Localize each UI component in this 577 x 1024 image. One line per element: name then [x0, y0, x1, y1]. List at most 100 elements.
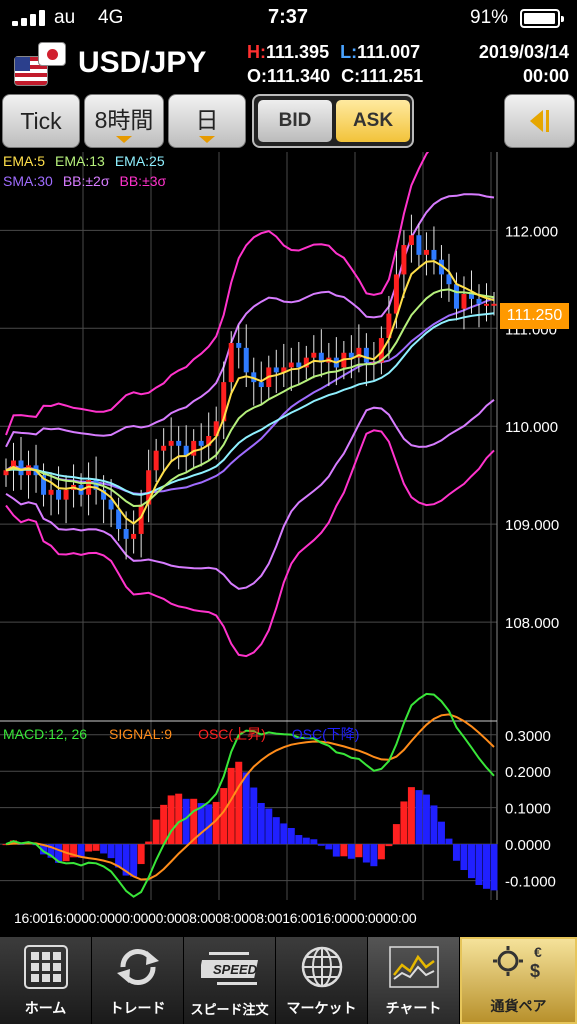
candle-body: [123, 529, 129, 539]
high-label: H:: [247, 42, 266, 62]
macd-histogram-bar: [430, 805, 438, 845]
tab-chart[interactable]: チャート: [368, 937, 460, 1024]
price-chart[interactable]: 112.000111.000110.000109.000108.0000.300…: [0, 152, 577, 907]
macd-histogram-bar: [272, 817, 280, 845]
macd-histogram-bar: [310, 839, 318, 845]
macd-histogram-bar: [325, 844, 333, 850]
candle-body: [48, 489, 54, 495]
candle-body: [363, 347, 369, 363]
tab-speed-order[interactable]: SPEED スピード注文: [184, 937, 276, 1024]
candle-body: [161, 445, 167, 451]
macd-histogram-bar: [265, 808, 273, 845]
macd-axis-label: 0.0000: [505, 837, 551, 854]
macd-axis-label: 0.3000: [505, 728, 551, 745]
legend-ema13: EMA:13: [55, 153, 105, 169]
macd-histogram-bar: [460, 844, 468, 871]
open-label: O:: [247, 66, 267, 86]
collapse-panel-button[interactable]: [504, 94, 575, 148]
macd-histogram-bar: [152, 819, 160, 845]
candle-body: [18, 460, 24, 476]
chart-area[interactable]: 112.000 111.000 110.000 109.000 108.000 0.300…: [0, 152, 577, 926]
legend-sma30: SMA:30: [3, 173, 53, 189]
price-axis-label: 110.000: [505, 419, 558, 436]
ask-button[interactable]: ASK: [336, 100, 410, 142]
tab-label: チャート: [385, 1000, 442, 1016]
close-label: C:: [341, 66, 361, 86]
macd-histogram-bar: [392, 824, 400, 845]
legend-signal: SIGNAL:9: [109, 726, 173, 742]
legend-ema5: EMA:5: [3, 153, 46, 169]
tick-label: Tick: [20, 107, 62, 134]
macd-histogram-bar: [370, 844, 378, 867]
svg-text:€: €: [534, 944, 542, 960]
candle-body: [63, 489, 69, 500]
macd-histogram-bar: [407, 787, 415, 845]
chart-icon: [385, 944, 443, 990]
macd-histogram-bar: [182, 798, 190, 845]
macd-histogram-bar: [385, 844, 393, 847]
open-value: 111.340: [267, 66, 331, 86]
open-close-row: O:111.340 C:111.251: [247, 66, 423, 87]
macd-histogram-bar: [340, 844, 348, 857]
macd-histogram-bar: [137, 844, 145, 865]
speed-icon: SPEED: [200, 945, 259, 991]
price-axis-label: 109.000: [505, 517, 559, 534]
ask-label: ASK: [352, 110, 394, 131]
candle-body: [461, 294, 467, 309]
tab-trade[interactable]: トレード: [92, 937, 184, 1024]
bollinger-band-line: [5, 152, 430, 436]
candle-body: [476, 298, 482, 304]
macd-histogram-bar: [145, 841, 153, 845]
trade-arrows-icon: [109, 944, 167, 990]
svg-text:$: $: [530, 961, 540, 981]
tab-market[interactable]: マーケット: [276, 937, 368, 1024]
candle-body: [393, 274, 399, 314]
ema13-line: [5, 288, 495, 508]
currency-flags-icon[interactable]: [14, 42, 66, 88]
macd-histogram-bar: [130, 844, 138, 877]
price-axis-label: 108.000: [505, 615, 559, 632]
low-label: L:: [340, 42, 358, 62]
candle-body: [296, 362, 302, 368]
chevron-down-icon: [199, 136, 215, 143]
bottom-tab-bar: ホーム トレード SPEED スピード注文 マーケット チャート € $ 通貨ペア: [0, 937, 577, 1024]
macd-axis-label: 0.2000: [505, 764, 551, 781]
tab-label: 通貨ペア: [490, 998, 547, 1014]
home-grid-icon: [17, 944, 75, 990]
macd-histogram-bar: [227, 767, 235, 845]
bid-button[interactable]: BID: [258, 100, 332, 142]
tick-button[interactable]: Tick: [2, 94, 80, 148]
macd-histogram-bar: [347, 844, 355, 859]
candle-body: [258, 382, 264, 388]
macd-histogram-bar: [295, 835, 303, 845]
candle-body: [288, 362, 294, 368]
macd-axis-label: 0.1000: [505, 801, 551, 818]
period-selector[interactable]: 日: [168, 94, 246, 148]
tab-home[interactable]: ホーム: [0, 937, 92, 1024]
macd-histogram-bar: [250, 787, 258, 845]
candle-body: [431, 249, 437, 260]
candle-body: [468, 294, 474, 299]
battery-icon: [520, 9, 564, 28]
timeframe-label: 8時間: [94, 107, 154, 133]
macd-histogram-bar: [415, 790, 423, 845]
macd-histogram-bar: [422, 794, 430, 845]
bid-ask-toggle: BID ASK: [252, 94, 414, 148]
period-label: 日: [195, 107, 219, 133]
macd-histogram-bar: [437, 821, 445, 845]
ema25-line: [5, 312, 495, 496]
legend-osc-down: OSC(下降): [291, 726, 360, 742]
candle-body: [416, 235, 422, 255]
macd-histogram-bar: [92, 844, 100, 851]
pair-title: USD/JPY: [78, 46, 207, 79]
macd-histogram-bar: [475, 844, 483, 886]
tab-label: マーケット: [286, 1000, 357, 1016]
legend-osc-up: OSC(上昇): [198, 726, 266, 742]
clock: 7:37: [268, 6, 309, 28]
tab-currency-pair[interactable]: € $ 通貨ペア: [460, 937, 577, 1024]
macd-histogram-bar: [107, 844, 115, 859]
timeframe-selector[interactable]: 8時間: [84, 94, 164, 148]
macd-histogram-bar: [467, 844, 475, 879]
macd-histogram-bar: [377, 844, 385, 860]
macd-histogram-bar: [235, 761, 243, 845]
